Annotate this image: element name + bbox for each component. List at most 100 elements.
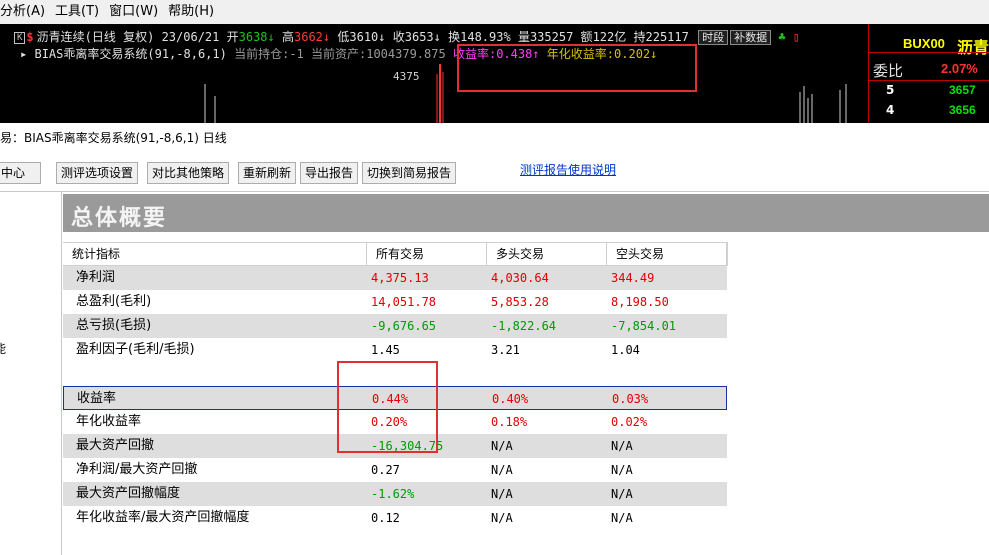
cell-long-trades: 5,853.28 <box>491 295 549 309</box>
cell-all-trades: 0.12 <box>371 511 400 525</box>
order-book-row: 5 3657 <box>869 81 989 101</box>
cell-short-trades: 8,198.50 <box>611 295 669 309</box>
report-help-link[interactable]: 测评报告使用说明 <box>520 162 616 178</box>
order-ratio-value: 2.07% <box>941 61 978 76</box>
row-label: 年化收益率 <box>76 414 142 429</box>
order-level: 4 <box>886 103 895 117</box>
order-price: 3657 <box>949 83 976 97</box>
high-label: 高 <box>281 30 294 44</box>
column-header-all[interactable]: 所有交易 <box>367 243 487 267</box>
contract-short-name: 沥青 <box>957 38 989 57</box>
quote-date: 23/06/21 <box>161 30 220 44</box>
cell-short-trades: 1.04 <box>611 343 640 357</box>
simple-report-button[interactable]: 切换到简易报告 <box>362 162 457 184</box>
cell-long-trades: 0.18% <box>491 415 528 429</box>
menu-arrow-icon[interactable]: ▸ <box>20 47 27 61</box>
row-label: 净利润/最大资产回撤 <box>76 462 198 477</box>
k-line-icon[interactable]: K <box>14 32 26 44</box>
high-value: 3662↓ <box>294 30 331 44</box>
report-window-title: 易：BIAS乖离率交易系统(91,-8,6,1) 日线 <box>0 131 227 145</box>
volume-value: 335257 <box>529 30 574 44</box>
center-tab-button[interactable]: 中心 <box>0 162 41 184</box>
column-divider <box>727 242 728 266</box>
cell-long-trades: N/A <box>491 487 513 501</box>
row-label: 收益率 <box>77 391 117 406</box>
menu-tools[interactable]: 工具(T) <box>50 0 104 24</box>
cell-all-trades: 4,375.13 <box>371 271 429 285</box>
table-row[interactable]: 盈利因子(毛利/毛损) 1.45 3.21 1.04 <box>63 338 727 362</box>
annotation-box-top <box>457 44 697 92</box>
cell-long-trades: N/A <box>491 511 513 525</box>
order-book-row: 4 3656 <box>869 101 989 121</box>
order-level: 5 <box>886 83 895 97</box>
contract-code: BUX00 <box>903 36 945 51</box>
chart-area[interactable]: K $ 沥青连续(日线 复权) 23/06/21 开3638↓ 高3662↓ 低36… <box>0 24 870 123</box>
table-row[interactable]: 年化收益率/最大资产回撤幅度 0.12 N/A N/A <box>63 506 727 530</box>
cell-all-trades: 0.27 <box>371 463 400 477</box>
position-value: -1 <box>289 47 304 61</box>
cell-short-trades: -7,854.01 <box>611 319 677 333</box>
row-label: 总亏损(毛损) <box>76 318 152 333</box>
row-label: 最大资产回撤幅度 <box>76 486 181 501</box>
table-row[interactable]: 净利润 4,375.13 4,030.64 344.49 <box>63 266 727 290</box>
left-panel-text: 能 <box>0 342 7 356</box>
assets-value: 1004379.875 <box>366 47 446 61</box>
cell-all-trades: 14,051.78 <box>371 295 437 309</box>
row-label: 年化收益率/最大资产回撤幅度 <box>76 510 250 525</box>
dollar-icon: $ <box>26 30 34 44</box>
cell-long-trades: N/A <box>491 439 513 453</box>
row-label: 最大资产回撤 <box>76 438 155 453</box>
indicator-name: BIAS乖离率交易系统(91,-8,6,1) <box>34 47 227 61</box>
annotation-box-bottom <box>337 361 438 453</box>
cell-long-trades: 0.40% <box>492 392 529 406</box>
cell-short-trades: 344.49 <box>611 271 655 285</box>
menu-help[interactable]: 帮助(H) <box>163 0 219 24</box>
cell-long-trades: N/A <box>491 463 513 477</box>
column-header-short[interactable]: 空头交易 <box>607 243 727 267</box>
settings-icon[interactable]: ▯ <box>793 30 800 44</box>
low-value: 3610↓ <box>349 30 386 44</box>
supplement-data-button[interactable]: 补数据 <box>730 30 772 45</box>
close-label: 收 <box>392 30 405 44</box>
column-header-metric[interactable]: 统计指标 <box>63 243 367 267</box>
holding-label: 持 <box>633 30 646 44</box>
cell-long-trades: 3.21 <box>491 343 520 357</box>
contract-header: BUX00 沥青 <box>869 28 989 57</box>
refresh-button[interactable]: 重新刷新 <box>238 162 297 184</box>
table-row[interactable]: 总亏损(毛损) -9,676.65 -1,822.64 -7,854.01 <box>63 314 727 338</box>
table-row[interactable]: 总盈利(毛利) 14,051.78 5,853.28 8,198.50 <box>63 290 727 314</box>
toolbar-divider <box>0 191 989 192</box>
turnover-value: 148.93% <box>460 30 511 44</box>
open-label: 开 <box>226 30 239 44</box>
amount-label: 额 <box>580 30 593 44</box>
open-value: 3638↓ <box>238 30 275 44</box>
cell-short-trades: N/A <box>611 511 633 525</box>
column-header-long[interactable]: 多头交易 <box>487 243 607 267</box>
close-value: 3653↓ <box>404 30 441 44</box>
amount-value: 122亿 <box>592 30 627 44</box>
quote-info-line: K $ 沥青连续(日线 复权) 23/06/21 开3638↓ 高3662↓ 低36… <box>14 29 800 45</box>
alert-icon[interactable]: ♣ <box>778 30 785 44</box>
menu-bar: 分析(A) 工具(T) 窗口(W) 帮助(H) <box>0 0 989 24</box>
cell-all-trades: 1.45 <box>371 343 400 357</box>
table-row[interactable]: 净利润/最大资产回撤 0.27 N/A N/A <box>63 458 727 482</box>
table-row[interactable]: 最大资产回撤幅度 -1.62% N/A N/A <box>63 482 727 506</box>
export-report-button[interactable]: 导出报告 <box>300 162 359 184</box>
quote-side-panel: BUX00 沥青 委比 2.07% 5 3657 4 3656 <box>868 24 989 123</box>
divider <box>869 52 989 53</box>
compare-strategies-button[interactable]: 对比其他策略 <box>147 162 230 184</box>
cell-long-trades: 4,030.64 <box>491 271 549 285</box>
cell-short-trades: N/A <box>611 463 633 477</box>
volume-label: 量 <box>517 30 530 44</box>
assets-label: 当前资产: <box>311 47 367 61</box>
contract-name: 沥青连续(日线 复权) <box>36 30 155 44</box>
menu-window[interactable]: 窗口(W) <box>104 0 163 24</box>
low-label: 低 <box>337 30 350 44</box>
table-header: 统计指标 所有交易 多头交易 空头交易 <box>63 242 727 267</box>
cell-all-trades: -1.62% <box>371 487 415 501</box>
cell-short-trades: N/A <box>611 487 633 501</box>
left-nav-panel[interactable]: 能 <box>0 192 62 555</box>
test-options-button[interactable]: 测评选项设置 <box>56 162 139 184</box>
menu-analysis[interactable]: 分析(A) <box>0 0 50 24</box>
time-segment-button[interactable]: 时段 <box>698 30 729 45</box>
